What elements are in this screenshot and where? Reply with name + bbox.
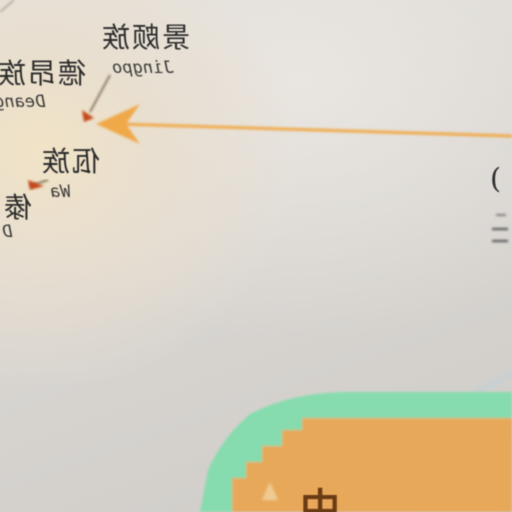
edge-tick [492,228,508,230]
jingpo-marker [82,110,94,122]
map-region [200,392,512,512]
label-deang-en: Deang [0,92,46,112]
migration-arrow [96,104,512,144]
edge-glyph: ) [488,162,501,195]
label-wa-cn: 佤族 [40,145,101,178]
map-glyph: 中 [300,486,340,512]
label-jingpo-en: Jingpo [112,58,174,78]
label-dai-cn: 傣 [2,191,33,224]
jingpo-pointer-line [89,74,111,113]
edge-marks [492,214,508,242]
wall-photo: 景颇族 Jingpo 德昂族 Deang 佤族 Wa 傣 D 中 ) [0,0,512,512]
edge-tick [496,214,506,216]
map-border-line [0,0,15,13]
label-jingpo-cn: 景颇族 [100,21,191,54]
label-wa-en: Wa [50,182,71,202]
label-deang-cn: 德昂族 [0,57,87,90]
edge-tick [492,240,508,242]
migration-arrow-shaft [117,122,512,138]
label-dai-en: D [2,222,13,242]
